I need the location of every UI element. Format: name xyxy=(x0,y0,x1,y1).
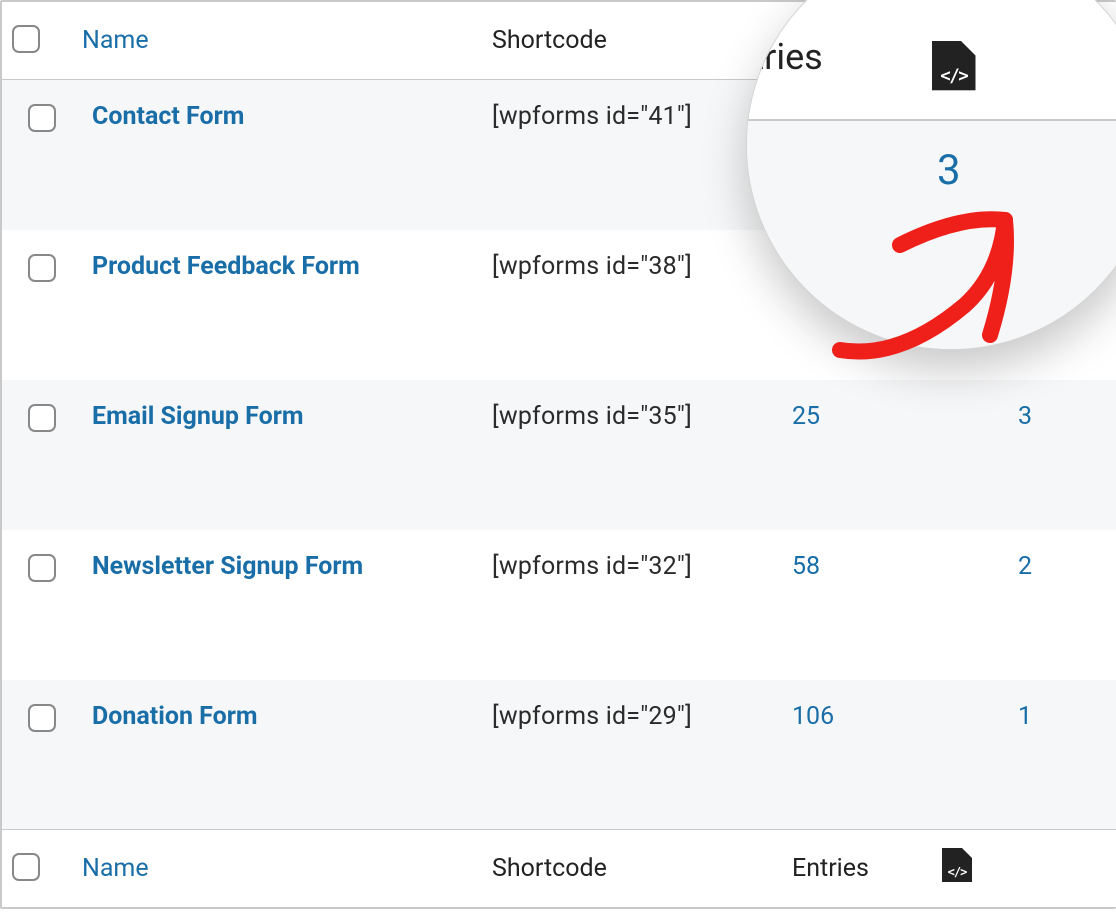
entries-link[interactable]: 58 xyxy=(792,552,820,581)
row-checkbox[interactable] xyxy=(28,554,56,582)
table-row: Donation Form [wpforms id="29"] 106 1 xyxy=(2,680,1116,830)
select-all-checkbox[interactable] xyxy=(12,25,40,53)
form-shortcode: [wpforms id="35"] xyxy=(482,380,782,530)
form-name-link[interactable]: Email Signup Form xyxy=(92,402,304,431)
locations-link[interactable]: 3 xyxy=(1018,402,1032,431)
table-footer-row: Name Shortcode Entries xyxy=(2,830,1116,908)
col-entries-footer: Entries xyxy=(782,830,932,908)
callout-magnifier: Entries 3 xyxy=(746,0,1116,350)
code-file-icon xyxy=(942,848,972,882)
col-shortcode-footer: Shortcode xyxy=(482,830,782,908)
form-name-link[interactable]: Newsletter Signup Form xyxy=(92,552,363,581)
col-shortcode-header: Shortcode xyxy=(482,2,782,80)
entries-link[interactable]: 106 xyxy=(792,702,834,731)
locations-link[interactable]: 1 xyxy=(1018,702,1032,731)
form-shortcode: [wpforms id="29"] xyxy=(482,680,782,830)
form-name-link[interactable]: Product Feedback Form xyxy=(92,252,360,281)
select-all-checkbox-footer[interactable] xyxy=(12,853,40,881)
code-file-icon xyxy=(932,41,976,90)
locations-link[interactable]: 2 xyxy=(1018,552,1032,581)
form-name-link[interactable]: Contact Form xyxy=(92,102,244,131)
col-name-sort[interactable]: Name xyxy=(82,26,149,55)
entries-link[interactable]: 25 xyxy=(792,402,820,431)
row-checkbox[interactable] xyxy=(28,254,56,282)
form-shortcode: [wpforms id="32"] xyxy=(482,530,782,680)
form-shortcode: [wpforms id="38"] xyxy=(482,230,782,380)
callout-highlight-value: 3 xyxy=(937,146,961,195)
table-row: Email Signup Form [wpforms id="35"] 25 3 xyxy=(2,380,1116,530)
row-checkbox[interactable] xyxy=(28,704,56,732)
form-shortcode: [wpforms id="41"] xyxy=(482,80,782,230)
form-name-link[interactable]: Donation Form xyxy=(92,702,258,731)
callout-entries-label: Entries xyxy=(746,36,823,78)
col-name-sort-footer[interactable]: Name xyxy=(82,854,149,883)
row-checkbox[interactable] xyxy=(28,404,56,432)
col-locations-footer xyxy=(932,830,1116,908)
row-checkbox[interactable] xyxy=(28,104,56,132)
table-row: Newsletter Signup Form [wpforms id="32"] 5… xyxy=(2,530,1116,680)
